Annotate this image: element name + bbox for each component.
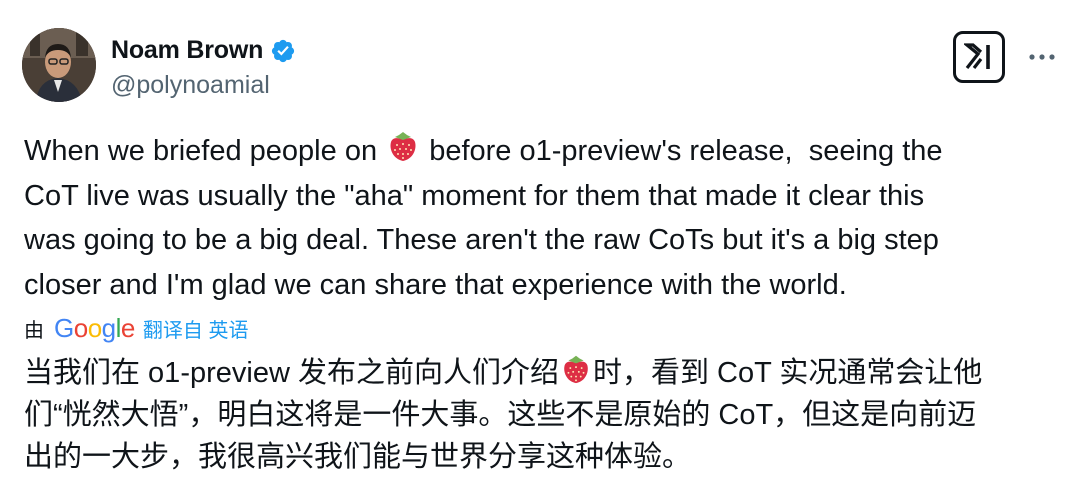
translated-by-label: 由 (24, 319, 44, 342)
translation-attribution: 由 Google 翻译自 英语 (24, 310, 248, 346)
translated-from-link[interactable]: 翻译自 英语 (143, 314, 249, 343)
author-name[interactable]: Noam Brown (111, 36, 263, 65)
grok-logo-icon[interactable] (953, 31, 1005, 83)
tweet-text-part-1: When we briefed people on (24, 135, 386, 167)
tweet-header: Noam Brown @polynoamial (22, 28, 1062, 108)
grok-logo-glyph (964, 43, 990, 69)
translated-text: 当我们在 o1-preview 发布之前向人们介绍 时，看到 CoT 实况通常会让… (24, 352, 1064, 478)
avatar[interactable] (22, 28, 96, 102)
google-letter: g (101, 312, 116, 343)
tweet-text: When we briefed people on before o1-prev… (24, 128, 1060, 307)
google-letter: e (120, 312, 135, 343)
translated-text-part-1: 当我们在 o1-preview 发布之前向人们介绍 (24, 357, 559, 389)
google-logo: Google (54, 313, 135, 344)
strawberry-emoji-icon (390, 132, 416, 161)
avatar-photo (22, 28, 96, 102)
more-horizontal-icon[interactable] (1026, 44, 1058, 70)
google-letter: o (73, 312, 88, 343)
google-letter: o (87, 312, 102, 343)
verified-badge-icon[interactable] (270, 38, 296, 64)
name-row: Noam Brown (111, 36, 296, 65)
author-handle[interactable]: @polynoamial (111, 71, 270, 100)
strawberry-emoji-icon (564, 355, 588, 384)
google-letter: G (54, 312, 74, 343)
